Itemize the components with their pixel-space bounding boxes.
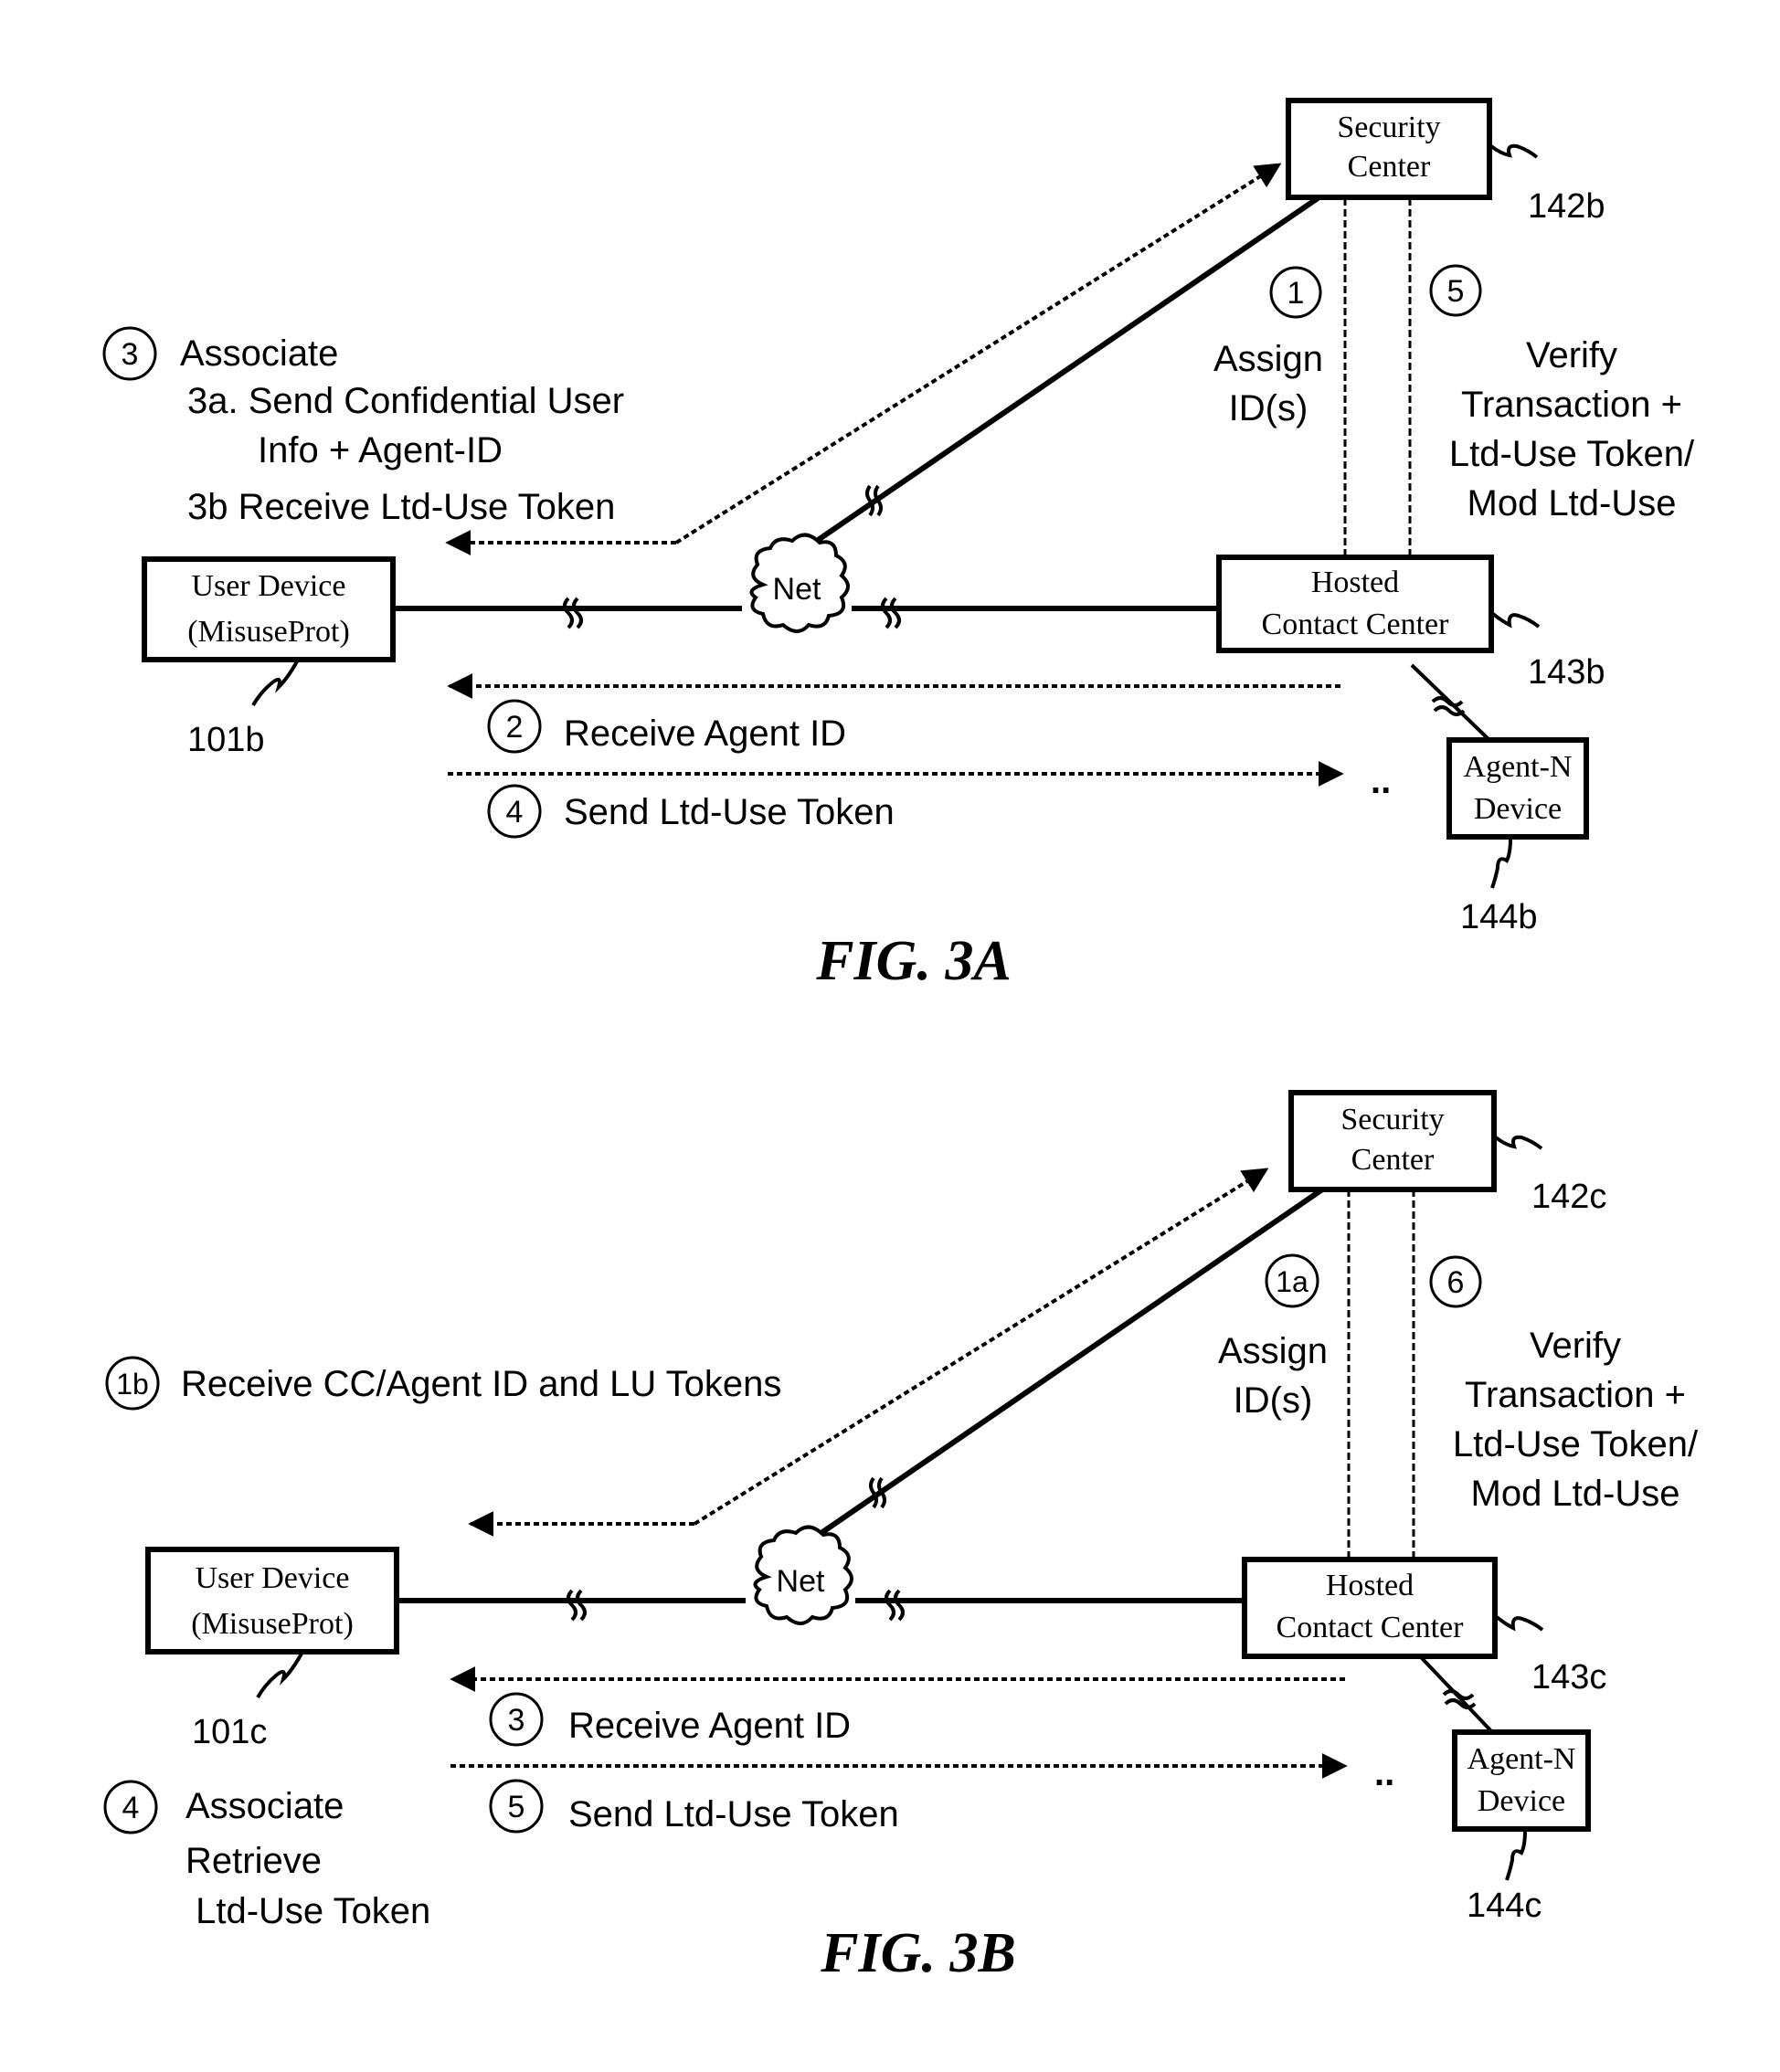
reference-leader-icon [1505,1830,1527,1881]
associate-text-1: Associate [185,1786,344,1826]
associate-text-2: Retrieve [185,1841,322,1881]
step-number: 5 [1447,274,1465,309]
step-number: 1 [1287,276,1305,311]
request-tokens-arrow [693,1168,1269,1526]
verify-text-1: Verify [1530,1326,1621,1366]
reference-leader-icon [1490,838,1512,889]
agent-device-label-2: Device [1478,1784,1565,1818]
send-token-text: Send Ltd-Use Token [568,1794,899,1834]
step-number: 6 [1447,1265,1465,1300]
agent-device-label-1: Agent-N [1467,1742,1576,1776]
receive-agent-id-text: Receive Agent ID [564,714,846,754]
verify-text-1: Verify [1526,335,1617,375]
security-center-label-2: Center [1348,150,1431,184]
security-center-ref: 142c [1531,1178,1606,1216]
line-break-icon [881,597,901,629]
user-device-ref: 101c [192,1713,267,1751]
send-user-info-arrow [674,163,1282,544]
security-center-node[interactable]: Security Center [1286,98,1492,200]
agent-device-node[interactable]: Agent-N Device [1446,737,1589,840]
reference-leader-icon [1491,612,1541,629]
step-number: 1b [116,1368,149,1401]
reference-leader-icon [1495,1615,1544,1632]
network-label: Net [773,572,821,607]
step-number: 4 [122,1791,140,1825]
agent-device-ref: 144b [1460,898,1538,936]
verify-text-3: Ltd-Use Token/ [1449,434,1695,474]
step-number: 2 [506,710,524,745]
reference-leader-icon [1494,1135,1543,1150]
receive-agent-id-text: Receive Agent ID [568,1706,851,1746]
associate-text-2: 3a. Send Confidential User [187,381,624,421]
associate-text-3: Ltd-Use Token [185,1891,430,1931]
user-device-node[interactable]: User Device (MisuseProt) [142,556,396,662]
agent-device-ref: 144c [1467,1887,1542,1925]
security-center-node[interactable]: Security Center [1288,1090,1497,1192]
more-agents-ellipsis: .. [1374,1753,1394,1793]
hosted-cc-label-2: Contact Center [1262,608,1450,641]
user-device-node[interactable]: User Device (MisuseProt) [145,1547,399,1654]
assign-text-2: ID(s) [1229,388,1309,428]
receive-tokens-text: Receive CC/Agent ID and LU Tokens [181,1364,781,1404]
reference-leader-icon [256,1653,303,1699]
verify-text-4: Mod Ltd-Use [1471,1474,1680,1514]
user-device-label-1: User Device [196,1561,350,1595]
patent-figure-sheet: Security Center 142b User Device (Misuse… [102,98,1699,1984]
agent-device-node[interactable]: Agent-N Device [1452,1729,1591,1832]
hosted-cc-ref: 143c [1531,1658,1606,1697]
line-break-icon [567,1589,587,1622]
agent-device-label-1: Agent-N [1464,750,1573,784]
assign-text-1: Assign [1218,1331,1328,1371]
hosted-cc-label-1: Hosted [1311,566,1399,599]
associate-text-3: Info + Agent-ID [258,430,503,470]
hosted-contact-center-node[interactable]: Hosted Contact Center [1216,555,1494,653]
hosted-cc-ref: 143b [1528,653,1605,692]
associate-text-4: 3b Receive Ltd-Use Token [187,487,615,527]
hosted-contact-center-node[interactable]: Hosted Contact Center [1242,1557,1498,1659]
figure-caption: FIG. 3A [815,930,1012,992]
line-break-icon [563,597,583,629]
network-cloud[interactable]: Net [753,1525,853,1625]
step-number: 3 [508,1703,525,1738]
network-cloud[interactable]: Net [749,533,850,633]
step-number: 4 [506,795,524,830]
user-device-label-2: (MisuseProt) [187,615,350,649]
step-number: 3 [122,337,139,372]
security-center-label-2: Center [1351,1143,1435,1177]
reference-leader-icon [251,661,299,707]
more-agents-ellipsis: .. [1371,761,1391,801]
user-device-ref: 101b [187,721,265,759]
figure-caption: FIG. 3B [820,1922,1016,1984]
line-break-icon [885,1589,905,1622]
network-label: Net [777,1564,825,1599]
hosted-cc-label-2: Contact Center [1277,1611,1465,1644]
line-break-icon [1431,696,1466,716]
assign-text-2: ID(s) [1234,1380,1313,1421]
security-center-label-1: Security [1340,1103,1444,1136]
verify-text-4: Mod Ltd-Use [1467,483,1677,523]
user-device-label-1: User Device [192,569,346,603]
figure-3b: Security Center 142c User Device (Misuse… [103,1090,1699,1984]
user-device-label-2: (MisuseProt) [191,1607,354,1641]
send-token-text: Send Ltd-Use Token [564,792,895,832]
verify-text-2: Transaction + [1465,1375,1686,1415]
verify-text-2: Transaction + [1461,385,1682,425]
verify-text-3: Ltd-Use Token/ [1453,1424,1699,1464]
step-number: 5 [508,1790,525,1824]
security-center-ref: 142b [1528,187,1605,226]
figure-3a: Security Center 142b User Device (Misuse… [102,98,1695,992]
associate-text-1: Associate [180,333,338,374]
agent-device-label-2: Device [1474,792,1562,826]
step-number: 1a [1276,1265,1309,1298]
hosted-cc-label-1: Hosted [1326,1569,1414,1602]
security-center-label-1: Security [1337,111,1440,144]
assign-text-1: Assign [1213,339,1323,379]
reference-leader-icon [1489,143,1539,159]
